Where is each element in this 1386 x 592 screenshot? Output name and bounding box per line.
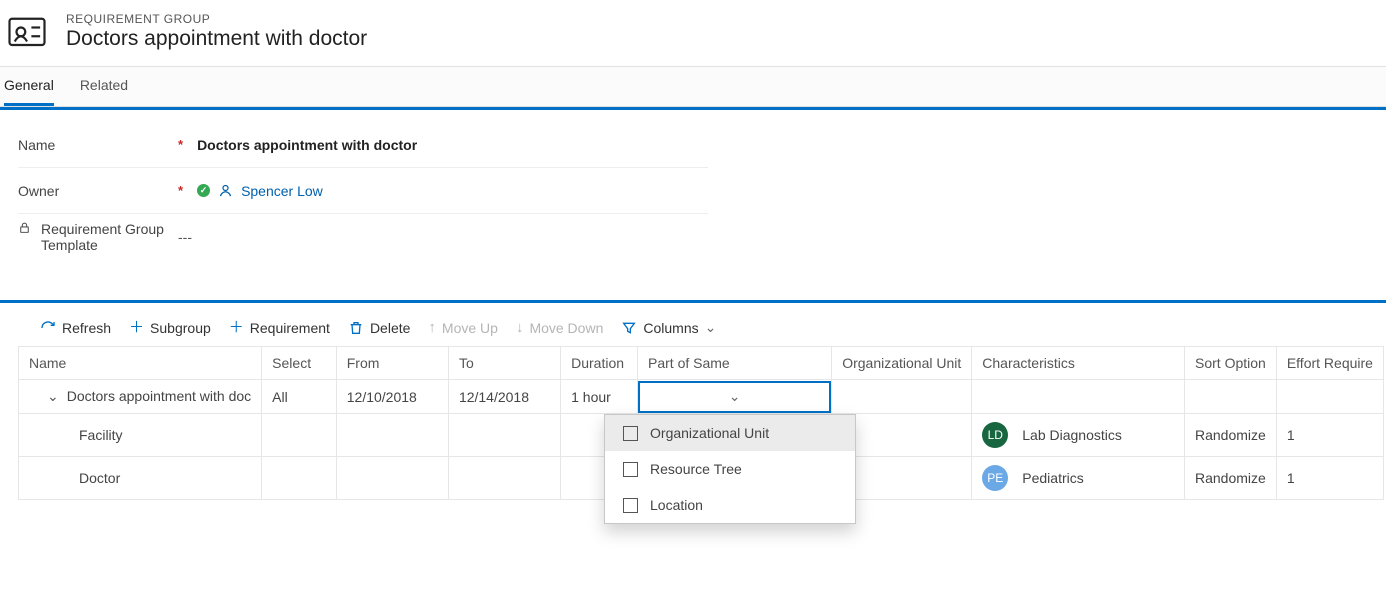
page-title: Doctors appointment with doctor	[66, 27, 367, 51]
col-orgunit[interactable]: Organizational Unit	[832, 347, 972, 380]
partofsame-dropdown-panel: Organizational Unit Resource Tree Locati…	[604, 414, 856, 524]
refresh-label: Refresh	[62, 320, 111, 336]
grid-section: Refresh ＋ Subgroup ＋ Requirement Delete …	[0, 300, 1386, 500]
refresh-button[interactable]: Refresh	[40, 320, 111, 336]
plus-icon: ＋	[229, 320, 244, 335]
tab-row: General Related	[0, 66, 1386, 107]
moveup-label: Move Up	[442, 320, 498, 336]
delete-label: Delete	[370, 320, 410, 336]
columns-button[interactable]: Columns ⌄	[621, 319, 716, 336]
doctor-effort[interactable]: 1	[1276, 457, 1383, 500]
col-to[interactable]: To	[448, 347, 560, 380]
requirement-group-icon	[6, 10, 48, 52]
subgroup-label: Subgroup	[150, 320, 211, 336]
field-template: Requirement Group Template ---	[18, 214, 708, 260]
dropdown-option-orgunit[interactable]: Organizational Unit	[605, 415, 855, 451]
presence-icon: ✓	[197, 184, 210, 197]
parent-orgunit[interactable]	[832, 380, 972, 414]
dropdown-option-label: Organizational Unit	[650, 425, 769, 441]
col-sortoption[interactable]: Sort Option	[1185, 347, 1277, 380]
tab-general[interactable]: General	[4, 67, 54, 106]
dropdown-option-label: Location	[650, 497, 703, 513]
movedown-label: Move Down	[529, 320, 603, 336]
checkbox-icon	[623, 462, 638, 477]
dropdown-option-resourcetree[interactable]: Resource Tree	[605, 451, 855, 487]
col-name[interactable]: Name	[19, 347, 262, 380]
move-down-button: ↓ Move Down	[516, 319, 603, 336]
parent-select[interactable]: All	[262, 380, 337, 414]
owner-label: Owner	[18, 183, 59, 199]
name-label: Name	[18, 137, 55, 153]
checkbox-icon	[623, 498, 638, 513]
parent-to[interactable]: 12/14/2018	[448, 380, 560, 414]
requirement-label: Requirement	[250, 320, 330, 336]
parent-characteristics[interactable]	[972, 380, 1185, 414]
parent-from[interactable]: 12/10/2018	[336, 380, 448, 414]
add-requirement-button[interactable]: ＋ Requirement	[229, 320, 330, 336]
parent-duration[interactable]: 1 hour	[561, 380, 638, 414]
grid-table: Name Select From To Duration Part of Sam…	[18, 346, 1384, 500]
field-owner[interactable]: Owner * ✓ Spencer Low	[18, 168, 708, 214]
checkbox-icon	[623, 426, 638, 441]
col-partofsame[interactable]: Part of Same	[638, 347, 832, 380]
doctor-sort[interactable]: Randomize	[1185, 457, 1277, 500]
col-select[interactable]: Select	[262, 347, 337, 380]
entity-type-label: REQUIREMENT GROUP	[66, 12, 367, 26]
arrow-down-icon: ↓	[516, 319, 524, 336]
facility-name: Facility	[19, 414, 262, 457]
chevron-down-icon: ⌄	[729, 388, 741, 405]
tab-related[interactable]: Related	[80, 67, 128, 106]
parent-effort[interactable]	[1276, 380, 1383, 414]
required-indicator: *	[178, 183, 183, 198]
characteristic-label: Pediatrics	[1022, 470, 1083, 486]
collapse-icon[interactable]: ⌄	[47, 388, 59, 405]
facility-effort[interactable]: 1	[1276, 414, 1383, 457]
chevron-down-icon: ⌄	[705, 319, 717, 336]
add-subgroup-button[interactable]: ＋ Subgroup	[129, 320, 211, 336]
lock-icon	[18, 221, 31, 234]
parent-sort[interactable]	[1185, 380, 1277, 414]
dropdown-option-location[interactable]: Location	[605, 487, 855, 523]
template-label: Requirement Group Template	[41, 221, 178, 253]
characteristic-badge: PE	[982, 465, 1008, 491]
owner-link[interactable]: Spencer Low	[241, 183, 323, 199]
columns-label: Columns	[643, 320, 698, 336]
name-value: Doctors appointment with doctor	[197, 137, 417, 153]
grid-parent-row[interactable]: ⌄ Doctors appointment with doc All 12/10/…	[19, 380, 1384, 414]
col-from[interactable]: From	[336, 347, 448, 380]
field-name[interactable]: Name * Doctors appointment with doctor	[18, 122, 708, 168]
plus-icon: ＋	[129, 320, 144, 335]
dropdown-option-label: Resource Tree	[650, 461, 742, 477]
partofsame-dropdown[interactable]: ⌄	[638, 381, 831, 413]
arrow-up-icon: ↑	[428, 319, 436, 336]
form-section: Name * Doctors appointment with doctor O…	[0, 107, 1386, 272]
grid-toolbar: Refresh ＋ Subgroup ＋ Requirement Delete …	[0, 313, 1386, 346]
parent-name: Doctors appointment with doc	[67, 388, 251, 404]
person-icon	[218, 183, 233, 198]
col-characteristics[interactable]: Characteristics	[972, 347, 1185, 380]
template-value: ---	[178, 229, 192, 245]
col-duration[interactable]: Duration	[561, 347, 638, 380]
record-header: REQUIREMENT GROUP Doctors appointment wi…	[0, 0, 1386, 66]
col-effort[interactable]: Effort Require	[1276, 347, 1383, 380]
delete-button[interactable]: Delete	[348, 320, 410, 336]
required-indicator: *	[178, 137, 183, 152]
characteristic-badge: LD	[982, 422, 1008, 448]
facility-sort[interactable]: Randomize	[1185, 414, 1277, 457]
doctor-name: Doctor	[19, 457, 262, 500]
characteristic-label: Lab Diagnostics	[1022, 427, 1122, 443]
move-up-button: ↑ Move Up	[428, 319, 498, 336]
grid-header-row: Name Select From To Duration Part of Sam…	[19, 347, 1384, 380]
